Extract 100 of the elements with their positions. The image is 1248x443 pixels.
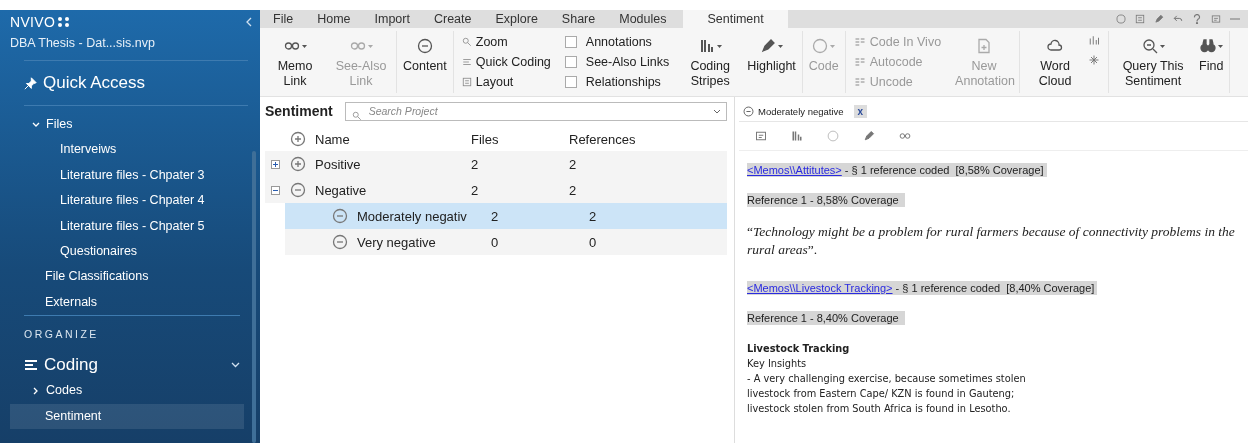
ribbon-tab[interactable]: Create (422, 10, 483, 28)
table-cell-text: 2 (491, 208, 500, 224)
pin-icon (24, 76, 37, 90)
circle-minus-icon (743, 105, 754, 117)
table-cell-text: 0 (491, 234, 500, 250)
sidebar-item[interactable]: Interveiws (10, 137, 252, 163)
binoculars-icon (1199, 38, 1216, 54)
ribbon-tab[interactable]: Sentiment (683, 10, 788, 28)
circle-icon[interactable] (827, 130, 839, 142)
ribbon-tab[interactable]: Home (306, 10, 362, 28)
table-row[interactable]: Very negative 0 0 (285, 229, 727, 255)
close-button[interactable]: x (853, 104, 868, 118)
ribbon-button[interactable]: Find (1195, 31, 1228, 93)
column-header[interactable]: References (569, 131, 636, 147)
scrollbar[interactable] (252, 151, 256, 443)
table-row[interactable]: Negative 2 2 (265, 177, 727, 203)
list-title: Sentiment (265, 103, 333, 119)
memo-line: livestock from Eastern Cape/ KZN is found in Gauteng; (747, 387, 1016, 401)
ribbon-button[interactable]: Zoom (459, 32, 553, 52)
expander-icon[interactable] (270, 185, 280, 195)
caret-icon (1159, 44, 1165, 48)
coverage-text: - § 1 reference coded [8,40% Coverage] (894, 282, 1095, 294)
ribbon-tab[interactable]: Explore (484, 10, 549, 28)
collapse-icon[interactable] (246, 17, 252, 27)
search-icon (461, 37, 472, 47)
ribbon-button[interactable]: Word Cloud (1022, 31, 1089, 93)
table-cell: 2 (569, 156, 577, 172)
table-cell-text: Moderately negativ (356, 208, 468, 224)
expander-icon[interactable] (270, 159, 280, 169)
logo-icon (57, 17, 72, 27)
lines-icon (461, 57, 472, 67)
sidebar-item[interactable]: Externals (10, 289, 252, 316)
ribbon-button[interactable]: Highlight (743, 31, 800, 93)
zoom-icon (1141, 38, 1158, 54)
memo-link[interactable]: <Memos\\Livestock Tracking> (747, 282, 893, 294)
sidebar-item[interactable]: Sentiment (10, 403, 244, 429)
code-icon (853, 56, 866, 68)
ribbon-tab[interactable]: Share (550, 10, 607, 28)
circle-icon (812, 38, 829, 54)
sidebar-item[interactable]: Literature files - Chpater 4 (10, 188, 252, 214)
column-header[interactable]: Files (471, 131, 569, 147)
pen-icon (760, 38, 776, 54)
ribbon-tab[interactable]: Import (363, 10, 421, 28)
stripes-icon[interactable] (791, 130, 803, 142)
search-field[interactable]: Search Project (344, 101, 727, 121)
column-header[interactable]: Name (311, 131, 471, 147)
sidebar-item[interactable]: Questionaires (10, 238, 252, 265)
sidebar-item[interactable]: Literature files - Chpater 5 (10, 213, 252, 239)
sidebar-item[interactable]: File Classifications (10, 264, 252, 290)
help-icon[interactable] (1192, 14, 1202, 24)
table-row[interactable]: Positive 2 2 (265, 151, 727, 177)
table-cell: 2 (589, 208, 597, 224)
chevron-icon (32, 121, 40, 128)
code-icon (853, 36, 866, 48)
caret-icon (301, 44, 307, 48)
table-cell: 2 (569, 182, 577, 198)
ribbon-button[interactable]: Content (399, 31, 451, 93)
table-cell-text: 2 (471, 182, 480, 198)
table-cell-text: Positive (314, 156, 362, 172)
chevron-icon (231, 362, 240, 369)
section-heading: ORGANIZE (23, 327, 100, 343)
stripes-icon (698, 38, 715, 54)
undo-icon[interactable] (1173, 14, 1183, 24)
caret-icon (778, 44, 783, 48)
checkbox-label: Annotations (585, 35, 652, 49)
memo-line: livestock stolen from South Africa is found in Lesotho. (747, 402, 1012, 416)
sidebar-group[interactable]: Coding (10, 352, 252, 379)
pen-icon[interactable] (1154, 14, 1164, 24)
table-cell-text: Negative (314, 182, 368, 198)
reference-label: Reference 1 - 8,58% Coverage (747, 193, 905, 207)
dropdown-icon (713, 108, 721, 114)
code-icon (853, 76, 866, 88)
app-name: NVIVO (10, 14, 56, 30)
quote-text: “Technology might be a problem for rural farmers because of connectivity problems in the rural areas”. (747, 223, 1236, 259)
sidebar-item[interactable]: Literature files - Chpater 3 (10, 162, 252, 189)
coding-icon (24, 359, 38, 372)
table-row[interactable]: Moderately negativ 2 2 (285, 203, 727, 229)
memo-link[interactable]: <Memos\\Attitutes> (747, 164, 842, 176)
sidebar-item[interactable]: Codes (10, 378, 252, 404)
caret-icon (1217, 44, 1223, 48)
ribbon-button[interactable]: Query This Sentiment (1111, 31, 1196, 93)
table-cell-text: Very negative (356, 234, 437, 250)
link-icon[interactable] (899, 130, 911, 142)
memo-line: Key Insights (747, 357, 808, 371)
checkbox[interactable] (564, 56, 577, 68)
layout-icon (461, 77, 472, 87)
ribbon-tab[interactable]: File (262, 10, 305, 28)
checkbox[interactable] (564, 76, 577, 88)
sidebar-item[interactable]: Files (10, 112, 252, 138)
comment-icon[interactable] (1211, 14, 1221, 24)
ribbon-button[interactable]: Memo Link (262, 31, 328, 93)
ribbon-button[interactable]: Coding Stripes (677, 31, 744, 93)
ribbon-tab[interactable]: Modules (608, 10, 678, 28)
pen-icon[interactable] (863, 130, 875, 142)
memo-icon[interactable] (755, 130, 767, 142)
bar-chart-icon[interactable] (1088, 34, 1101, 46)
checkbox[interactable] (564, 36, 577, 48)
asterisk-icon[interactable] (1088, 54, 1101, 66)
ribbon-button[interactable]: Quick Coding (459, 52, 553, 72)
ribbon-button[interactable]: Layout (459, 72, 553, 92)
